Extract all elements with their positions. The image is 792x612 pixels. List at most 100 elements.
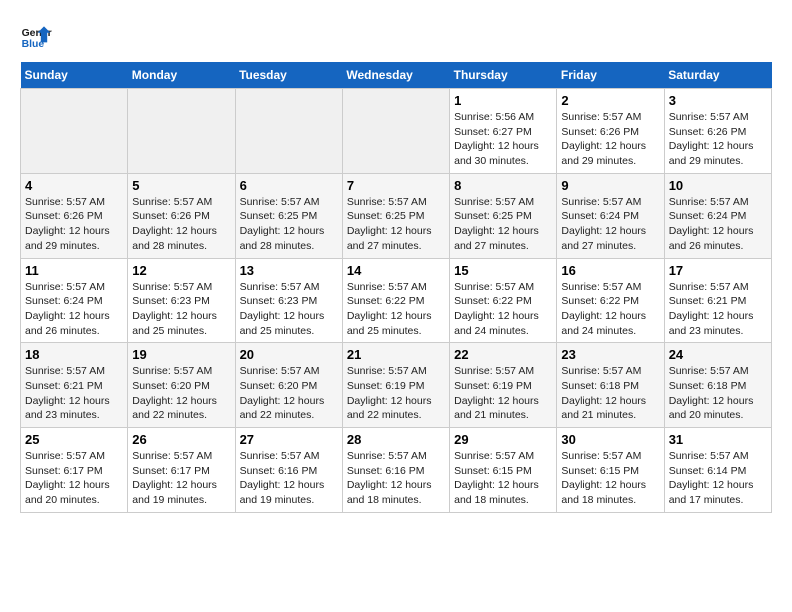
day-info: Sunrise: 5:57 AMSunset: 6:15 PMDaylight:…: [454, 449, 552, 508]
day-number: 20: [240, 347, 338, 362]
calendar-cell: [342, 89, 449, 174]
calendar-cell: 22 Sunrise: 5:57 AMSunset: 6:19 PMDayligh…: [450, 343, 557, 428]
day-info: Sunrise: 5:57 AMSunset: 6:17 PMDaylight:…: [25, 449, 123, 508]
calendar-cell: 24 Sunrise: 5:57 AMSunset: 6:18 PMDayligh…: [664, 343, 771, 428]
day-number: 8: [454, 178, 552, 193]
page-header: General Blue: [20, 20, 772, 52]
day-info: Sunrise: 5:57 AMSunset: 6:15 PMDaylight:…: [561, 449, 659, 508]
calendar-cell: 3Sunrise: 5:57 AMSunset: 6:26 PMDaylight…: [664, 89, 771, 174]
day-number: 4: [25, 178, 123, 193]
weekday-header: Sunday: [21, 62, 128, 89]
day-info: Sunrise: 5:57 AMSunset: 6:25 PMDaylight:…: [454, 195, 552, 254]
calendar-cell: 13 Sunrise: 5:57 AMSunset: 6:23 PMDayligh…: [235, 258, 342, 343]
day-number: 29: [454, 432, 552, 447]
day-info: Sunrise: 5:57 AMSunset: 6:16 PMDaylight:…: [347, 449, 445, 508]
calendar-cell: 1 Sunrise: 5:56 AMSunset: 6:27 PMDaylight…: [450, 89, 557, 174]
calendar-cell: 27 Sunrise: 5:57 AMSunset: 6:16 PMDayligh…: [235, 428, 342, 513]
day-info: Sunrise: 5:56 AMSunset: 6:27 PMDaylight:…: [454, 110, 552, 169]
day-number: 17: [669, 263, 767, 278]
day-number: 24: [669, 347, 767, 362]
day-number: 15: [454, 263, 552, 278]
day-number: 18: [25, 347, 123, 362]
calendar-cell: 14Sunrise: 5:57 AMSunset: 6:22 PMDayligh…: [342, 258, 449, 343]
day-info: Sunrise: 5:57 AMSunset: 6:26 PMDaylight:…: [132, 195, 230, 254]
calendar-cell: 5 Sunrise: 5:57 AMSunset: 6:26 PMDaylight…: [128, 173, 235, 258]
day-number: 6: [240, 178, 338, 193]
day-number: 9: [561, 178, 659, 193]
calendar-cell: 18 Sunrise: 5:57 AMSunset: 6:21 PMDayligh…: [21, 343, 128, 428]
weekday-header: Thursday: [450, 62, 557, 89]
day-info: Sunrise: 5:57 AMSunset: 6:18 PMDaylight:…: [561, 364, 659, 423]
logo: General Blue: [20, 20, 52, 52]
day-info: Sunrise: 5:57 AMSunset: 6:23 PMDaylight:…: [240, 280, 338, 339]
calendar-cell: [235, 89, 342, 174]
calendar-cell: 31Sunrise: 5:57 AMSunset: 6:14 PMDayligh…: [664, 428, 771, 513]
day-number: 31: [669, 432, 767, 447]
weekday-header: Monday: [128, 62, 235, 89]
weekday-header-row: SundayMondayTuesdayWednesdayThursdayFrid…: [21, 62, 772, 89]
calendar-week-row: 11 Sunrise: 5:57 AMSunset: 6:24 PMDayligh…: [21, 258, 772, 343]
calendar-week-row: 1 Sunrise: 5:56 AMSunset: 6:27 PMDaylight…: [21, 89, 772, 174]
day-info: Sunrise: 5:57 AMSunset: 6:18 PMDaylight:…: [669, 364, 767, 423]
calendar-week-row: 18 Sunrise: 5:57 AMSunset: 6:21 PMDayligh…: [21, 343, 772, 428]
day-info: Sunrise: 5:57 AMSunset: 6:26 PMDaylight:…: [561, 110, 659, 169]
weekday-header: Saturday: [664, 62, 771, 89]
calendar-cell: 6 Sunrise: 5:57 AMSunset: 6:25 PMDaylight…: [235, 173, 342, 258]
day-number: 10: [669, 178, 767, 193]
calendar-cell: 16 Sunrise: 5:57 AMSunset: 6:22 PMDayligh…: [557, 258, 664, 343]
day-number: 27: [240, 432, 338, 447]
calendar-cell: 10Sunrise: 5:57 AMSunset: 6:24 PMDayligh…: [664, 173, 771, 258]
day-number: 14: [347, 263, 445, 278]
day-info: Sunrise: 5:57 AMSunset: 6:26 PMDaylight:…: [25, 195, 123, 254]
calendar-cell: [128, 89, 235, 174]
weekday-header: Tuesday: [235, 62, 342, 89]
calendar-cell: 28Sunrise: 5:57 AMSunset: 6:16 PMDayligh…: [342, 428, 449, 513]
calendar-table: SundayMondayTuesdayWednesdayThursdayFrid…: [20, 62, 772, 513]
day-number: 13: [240, 263, 338, 278]
day-number: 25: [25, 432, 123, 447]
day-info: Sunrise: 5:57 AMSunset: 6:19 PMDaylight:…: [454, 364, 552, 423]
weekday-header: Wednesday: [342, 62, 449, 89]
calendar-cell: 25 Sunrise: 5:57 AMSunset: 6:17 PMDayligh…: [21, 428, 128, 513]
calendar-cell: 12Sunrise: 5:57 AMSunset: 6:23 PMDayligh…: [128, 258, 235, 343]
calendar-cell: [21, 89, 128, 174]
day-number: 26: [132, 432, 230, 447]
day-number: 7: [347, 178, 445, 193]
calendar-cell: 19 Sunrise: 5:57 AMSunset: 6:20 PMDayligh…: [128, 343, 235, 428]
day-info: Sunrise: 5:57 AMSunset: 6:25 PMDaylight:…: [347, 195, 445, 254]
day-number: 1: [454, 93, 552, 108]
day-info: Sunrise: 5:57 AMSunset: 6:20 PMDaylight:…: [132, 364, 230, 423]
calendar-body: 1 Sunrise: 5:56 AMSunset: 6:27 PMDaylight…: [21, 89, 772, 513]
day-info: Sunrise: 5:57 AMSunset: 6:26 PMDaylight:…: [669, 110, 767, 169]
day-info: Sunrise: 5:57 AMSunset: 6:20 PMDaylight:…: [240, 364, 338, 423]
day-number: 22: [454, 347, 552, 362]
calendar-week-row: 25 Sunrise: 5:57 AMSunset: 6:17 PMDayligh…: [21, 428, 772, 513]
logo-icon: General Blue: [20, 20, 52, 52]
weekday-header: Friday: [557, 62, 664, 89]
day-number: 30: [561, 432, 659, 447]
calendar-cell: 21 Sunrise: 5:57 AMSunset: 6:19 PMDayligh…: [342, 343, 449, 428]
day-info: Sunrise: 5:57 AMSunset: 6:19 PMDaylight:…: [347, 364, 445, 423]
calendar-cell: 29 Sunrise: 5:57 AMSunset: 6:15 PMDayligh…: [450, 428, 557, 513]
day-info: Sunrise: 5:57 AMSunset: 6:21 PMDaylight:…: [25, 364, 123, 423]
day-info: Sunrise: 5:57 AMSunset: 6:25 PMDaylight:…: [240, 195, 338, 254]
day-number: 11: [25, 263, 123, 278]
calendar-week-row: 4 Sunrise: 5:57 AMSunset: 6:26 PMDaylight…: [21, 173, 772, 258]
day-info: Sunrise: 5:57 AMSunset: 6:22 PMDaylight:…: [561, 280, 659, 339]
calendar-cell: 2 Sunrise: 5:57 AMSunset: 6:26 PMDaylight…: [557, 89, 664, 174]
day-number: 16: [561, 263, 659, 278]
day-info: Sunrise: 5:57 AMSunset: 6:24 PMDaylight:…: [25, 280, 123, 339]
calendar-cell: 20 Sunrise: 5:57 AMSunset: 6:20 PMDayligh…: [235, 343, 342, 428]
svg-text:General: General: [22, 28, 52, 39]
day-number: 12: [132, 263, 230, 278]
calendar-cell: 26Sunrise: 5:57 AMSunset: 6:17 PMDayligh…: [128, 428, 235, 513]
calendar-cell: 11 Sunrise: 5:57 AMSunset: 6:24 PMDayligh…: [21, 258, 128, 343]
calendar-cell: 17Sunrise: 5:57 AMSunset: 6:21 PMDayligh…: [664, 258, 771, 343]
day-number: 21: [347, 347, 445, 362]
day-info: Sunrise: 5:57 AMSunset: 6:16 PMDaylight:…: [240, 449, 338, 508]
calendar-cell: 23Sunrise: 5:57 AMSunset: 6:18 PMDayligh…: [557, 343, 664, 428]
day-number: 5: [132, 178, 230, 193]
day-number: 2: [561, 93, 659, 108]
calendar-cell: 15Sunrise: 5:57 AMSunset: 6:22 PMDayligh…: [450, 258, 557, 343]
day-number: 19: [132, 347, 230, 362]
